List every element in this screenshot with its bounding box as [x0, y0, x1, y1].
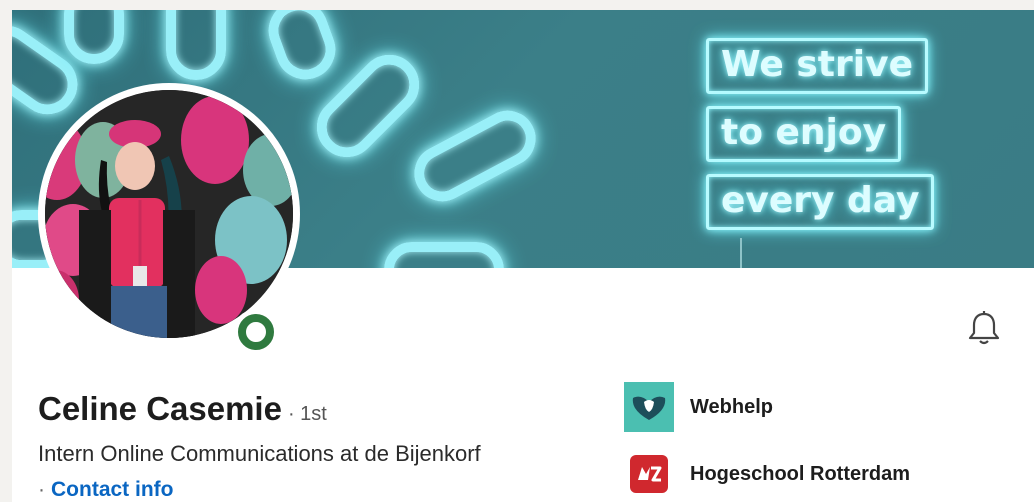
contact-info-label[interactable]: Contact info: [51, 478, 173, 501]
name-row: Celine Casemie · 1st: [38, 390, 327, 428]
profile-photo-frame[interactable]: [38, 83, 300, 345]
neon-tube: [384, 242, 504, 268]
contact-bullet: ·: [38, 478, 45, 501]
profile-headline: Intern Online Communications at de Bijen…: [38, 441, 481, 466]
profile-name: Celine Casemie: [38, 390, 282, 427]
neon-tube: [404, 100, 546, 212]
sign-pole: [740, 238, 742, 268]
profile-card: We strive to enjoy every day Celine Case…: [12, 10, 1034, 502]
org-item-webhelp[interactable]: Webhelp: [624, 382, 773, 432]
webhelp-logo-icon: [624, 382, 674, 432]
online-status-badge: [234, 310, 274, 350]
neon-sign-line-1: We strive: [706, 38, 928, 94]
org-name-hogeschool-rotterdam: Hogeschool Rotterdam: [690, 462, 911, 485]
neon-tube: [166, 10, 226, 80]
bell-icon[interactable]: [967, 310, 1001, 346]
neon-sign-line-3: every day: [706, 174, 935, 230]
hogeschool-rotterdam-logo-icon: [624, 454, 674, 494]
connection-degree: · 1st: [287, 403, 327, 425]
profile-photo[interactable]: [45, 90, 293, 338]
neon-tube: [260, 10, 344, 88]
org-item-hogeschool-rotterdam[interactable]: Hogeschool Rotterdam: [624, 454, 910, 494]
org-name-webhelp: Webhelp: [690, 395, 773, 418]
neon-sign-line-2: to enjoy: [706, 106, 902, 162]
neon-tube: [64, 10, 124, 64]
contact-info-link[interactable]: · Contact info: [38, 478, 173, 502]
